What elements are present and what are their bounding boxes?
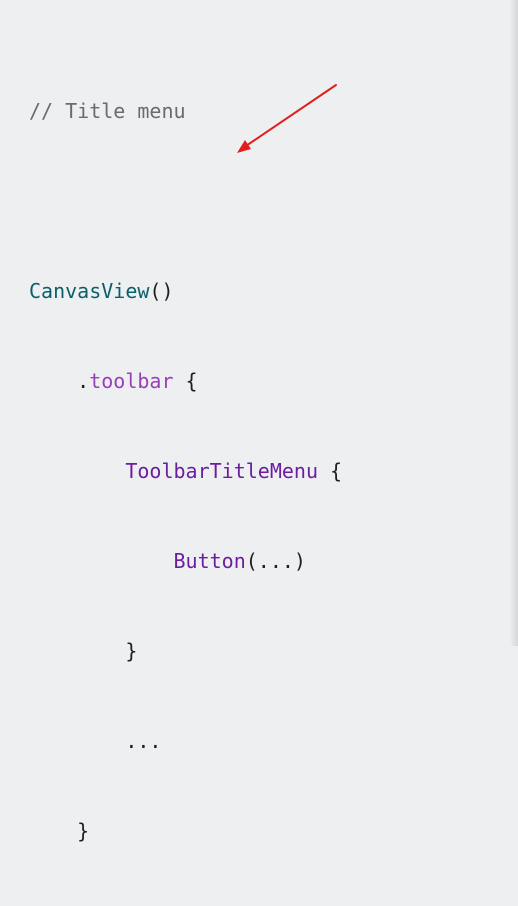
close-brace: } <box>29 639 138 663</box>
close-brace: } <box>29 819 90 843</box>
annotation-arrow-icon <box>237 84 337 153</box>
dot-prefix: . <box>29 369 90 393</box>
toolbar-title-menu-type: ToolbarTitleMenu <box>125 459 318 483</box>
ellipsis: ... <box>29 729 162 753</box>
code-line-6: Button(...) <box>29 546 342 576</box>
code-line-5: ToolbarTitleMenu { <box>29 456 342 486</box>
code-comment: // Title menu <box>29 99 186 123</box>
toolbar-modifier: toolbar <box>89 369 174 393</box>
code-line-9: } <box>29 816 342 846</box>
code-block: // Title menu CanvasView() .toolbar { To… <box>29 36 342 906</box>
window-edge-shadow <box>510 0 518 646</box>
code-line-3: CanvasView() <box>29 276 342 306</box>
button-type: Button <box>173 549 246 573</box>
code-line-7: } <box>29 636 342 666</box>
annotation-arrow-shaft <box>239 84 337 151</box>
call-parens: () <box>149 279 174 303</box>
annotation-arrow-head <box>237 140 251 153</box>
open-brace: { <box>173 369 198 393</box>
canvas-view-type: CanvasView <box>29 279 150 303</box>
code-line-8: ... <box>29 726 342 756</box>
code-panel: // Title menu CanvasView() .toolbar { To… <box>0 0 518 843</box>
button-args: (...) <box>245 549 306 573</box>
code-line-4: .toolbar { <box>29 366 342 396</box>
open-brace: { <box>317 459 343 483</box>
